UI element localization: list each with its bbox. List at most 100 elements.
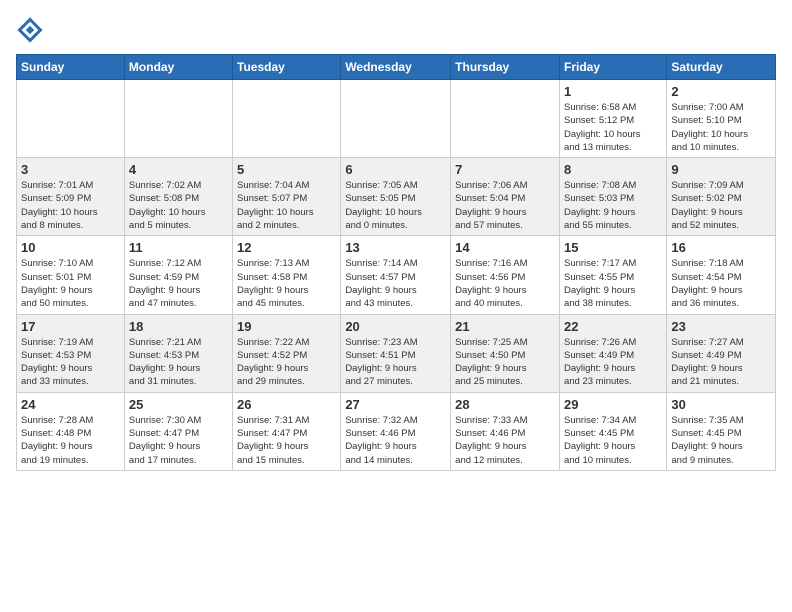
day-number: 30: [671, 397, 771, 412]
day-number: 7: [455, 162, 555, 177]
day-info: Sunrise: 7:31 AM Sunset: 4:47 PM Dayligh…: [237, 414, 336, 467]
empty-day-cell: [451, 80, 560, 158]
day-number: 14: [455, 240, 555, 255]
day-number: 18: [129, 319, 228, 334]
day-info: Sunrise: 7:33 AM Sunset: 4:46 PM Dayligh…: [455, 414, 555, 467]
calendar-day-4: 4 Sunrise: 7:02 AM Sunset: 5:08 PM Daylig…: [124, 158, 232, 236]
day-number: 20: [345, 319, 446, 334]
calendar-day-12: 12 Sunrise: 7:13 AM Sunset: 4:58 PM Dayli…: [233, 236, 341, 314]
day-number: 22: [564, 319, 662, 334]
day-info: Sunrise: 7:06 AM Sunset: 5:04 PM Dayligh…: [455, 179, 555, 232]
day-number: 26: [237, 397, 336, 412]
day-number: 1: [564, 84, 662, 99]
empty-day-cell: [233, 80, 341, 158]
calendar-day-30: 30 Sunrise: 7:35 AM Sunset: 4:45 PM Dayli…: [667, 392, 776, 470]
weekday-header-wednesday: Wednesday: [341, 55, 451, 80]
logo-icon: [16, 16, 44, 44]
day-number: 9: [671, 162, 771, 177]
empty-day-cell: [124, 80, 232, 158]
day-number: 8: [564, 162, 662, 177]
calendar-day-9: 9Sunrise: 7:09 AM Sunset: 5:02 PM Daylig…: [667, 158, 776, 236]
page: SundayMondayTuesdayWednesdayThursdayFrid…: [0, 0, 792, 612]
calendar-day-11: 11 Sunrise: 7:12 AM Sunset: 4:59 PM Dayli…: [124, 236, 232, 314]
day-info: Sunrise: 7:19 AM Sunset: 4:53 PM Dayligh…: [21, 336, 120, 389]
calendar-day-5: 5 Sunrise: 7:04 AM Sunset: 5:07 PM Daylig…: [233, 158, 341, 236]
day-number: 4: [129, 162, 228, 177]
day-info: Sunrise: 7:14 AM Sunset: 4:57 PM Dayligh…: [345, 257, 446, 310]
day-number: 16: [671, 240, 771, 255]
day-number: 13: [345, 240, 446, 255]
day-info: Sunrise: 6:58 AM Sunset: 5:12 PM Dayligh…: [564, 101, 662, 154]
day-info: Sunrise: 7:26 AM Sunset: 4:49 PM Dayligh…: [564, 336, 662, 389]
day-number: 5: [237, 162, 336, 177]
logo: [16, 16, 48, 44]
weekday-header-monday: Monday: [124, 55, 232, 80]
calendar-day-27: 27Sunrise: 7:32 AM Sunset: 4:46 PM Dayli…: [341, 392, 451, 470]
calendar-day-25: 25 Sunrise: 7:30 AM Sunset: 4:47 PM Dayli…: [124, 392, 232, 470]
day-number: 3: [21, 162, 120, 177]
calendar-day-20: 20 Sunrise: 7:23 AM Sunset: 4:51 PM Dayli…: [341, 314, 451, 392]
day-info: Sunrise: 7:13 AM Sunset: 4:58 PM Dayligh…: [237, 257, 336, 310]
calendar-day-18: 18 Sunrise: 7:21 AM Sunset: 4:53 PM Dayli…: [124, 314, 232, 392]
calendar-week-2: 3Sunrise: 7:01 AM Sunset: 5:09 PM Daylig…: [17, 158, 776, 236]
day-number: 10: [21, 240, 120, 255]
day-number: 12: [237, 240, 336, 255]
calendar-day-17: 17 Sunrise: 7:19 AM Sunset: 4:53 PM Dayli…: [17, 314, 125, 392]
calendar-day-10: 10 Sunrise: 7:10 AM Sunset: 5:01 PM Dayli…: [17, 236, 125, 314]
day-info: Sunrise: 7:34 AM Sunset: 4:45 PM Dayligh…: [564, 414, 662, 467]
calendar-day-3: 3Sunrise: 7:01 AM Sunset: 5:09 PM Daylig…: [17, 158, 125, 236]
day-number: 29: [564, 397, 662, 412]
day-info: Sunrise: 7:25 AM Sunset: 4:50 PM Dayligh…: [455, 336, 555, 389]
weekday-header-thursday: Thursday: [451, 55, 560, 80]
day-info: Sunrise: 7:17 AM Sunset: 4:55 PM Dayligh…: [564, 257, 662, 310]
day-info: Sunrise: 7:22 AM Sunset: 4:52 PM Dayligh…: [237, 336, 336, 389]
calendar-day-16: 16 Sunrise: 7:18 AM Sunset: 4:54 PM Dayli…: [667, 236, 776, 314]
day-info: Sunrise: 7:28 AM Sunset: 4:48 PM Dayligh…: [21, 414, 120, 467]
empty-day-cell: [341, 80, 451, 158]
day-info: Sunrise: 7:12 AM Sunset: 4:59 PM Dayligh…: [129, 257, 228, 310]
calendar-day-1: 1 Sunrise: 6:58 AM Sunset: 5:12 PM Daylig…: [559, 80, 666, 158]
weekday-header-sunday: Sunday: [17, 55, 125, 80]
weekday-header-friday: Friday: [559, 55, 666, 80]
calendar-week-3: 10 Sunrise: 7:10 AM Sunset: 5:01 PM Dayli…: [17, 236, 776, 314]
day-number: 27: [345, 397, 446, 412]
day-info: Sunrise: 7:04 AM Sunset: 5:07 PM Dayligh…: [237, 179, 336, 232]
calendar-day-29: 29 Sunrise: 7:34 AM Sunset: 4:45 PM Dayli…: [559, 392, 666, 470]
calendar-day-28: 28 Sunrise: 7:33 AM Sunset: 4:46 PM Dayli…: [451, 392, 560, 470]
day-number: 17: [21, 319, 120, 334]
weekday-header-saturday: Saturday: [667, 55, 776, 80]
day-info: Sunrise: 7:21 AM Sunset: 4:53 PM Dayligh…: [129, 336, 228, 389]
calendar-day-7: 7 Sunrise: 7:06 AM Sunset: 5:04 PM Daylig…: [451, 158, 560, 236]
day-number: 15: [564, 240, 662, 255]
calendar-day-2: 2Sunrise: 7:00 AM Sunset: 5:10 PM Daylig…: [667, 80, 776, 158]
day-number: 21: [455, 319, 555, 334]
calendar-table: SundayMondayTuesdayWednesdayThursdayFrid…: [16, 54, 776, 471]
calendar-week-4: 17 Sunrise: 7:19 AM Sunset: 4:53 PM Dayli…: [17, 314, 776, 392]
calendar-week-1: 1 Sunrise: 6:58 AM Sunset: 5:12 PM Daylig…: [17, 80, 776, 158]
day-info: Sunrise: 7:23 AM Sunset: 4:51 PM Dayligh…: [345, 336, 446, 389]
day-number: 25: [129, 397, 228, 412]
empty-day-cell: [17, 80, 125, 158]
day-number: 24: [21, 397, 120, 412]
header: [16, 16, 776, 44]
calendar-day-23: 23Sunrise: 7:27 AM Sunset: 4:49 PM Dayli…: [667, 314, 776, 392]
weekday-header-row: SundayMondayTuesdayWednesdayThursdayFrid…: [17, 55, 776, 80]
day-info: Sunrise: 7:08 AM Sunset: 5:03 PM Dayligh…: [564, 179, 662, 232]
day-number: 28: [455, 397, 555, 412]
day-info: Sunrise: 7:18 AM Sunset: 4:54 PM Dayligh…: [671, 257, 771, 310]
calendar-day-21: 21 Sunrise: 7:25 AM Sunset: 4:50 PM Dayli…: [451, 314, 560, 392]
day-info: Sunrise: 7:10 AM Sunset: 5:01 PM Dayligh…: [21, 257, 120, 310]
calendar-day-13: 13 Sunrise: 7:14 AM Sunset: 4:57 PM Dayli…: [341, 236, 451, 314]
weekday-header-tuesday: Tuesday: [233, 55, 341, 80]
day-info: Sunrise: 7:05 AM Sunset: 5:05 PM Dayligh…: [345, 179, 446, 232]
calendar-day-19: 19 Sunrise: 7:22 AM Sunset: 4:52 PM Dayli…: [233, 314, 341, 392]
day-info: Sunrise: 7:02 AM Sunset: 5:08 PM Dayligh…: [129, 179, 228, 232]
calendar-day-15: 15 Sunrise: 7:17 AM Sunset: 4:55 PM Dayli…: [559, 236, 666, 314]
day-info: Sunrise: 7:35 AM Sunset: 4:45 PM Dayligh…: [671, 414, 771, 467]
day-info: Sunrise: 7:16 AM Sunset: 4:56 PM Dayligh…: [455, 257, 555, 310]
day-number: 11: [129, 240, 228, 255]
day-number: 6: [345, 162, 446, 177]
day-info: Sunrise: 7:30 AM Sunset: 4:47 PM Dayligh…: [129, 414, 228, 467]
calendar-day-26: 26 Sunrise: 7:31 AM Sunset: 4:47 PM Dayli…: [233, 392, 341, 470]
day-number: 19: [237, 319, 336, 334]
